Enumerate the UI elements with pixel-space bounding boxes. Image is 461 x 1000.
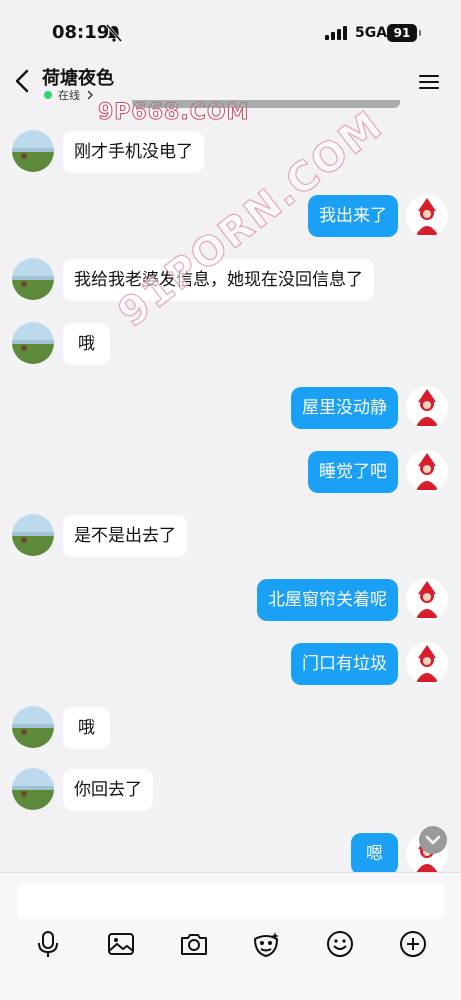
status-time: 08:19 bbox=[52, 22, 110, 43]
presence-status[interactable]: 在线 bbox=[44, 87, 94, 103]
image-icon[interactable] bbox=[106, 929, 136, 959]
network-type: 5GA bbox=[355, 25, 388, 41]
presence-label: 在线 bbox=[58, 89, 80, 102]
red-character-avatar-icon bbox=[406, 386, 448, 428]
online-dot bbox=[44, 91, 52, 99]
user-avatar[interactable] bbox=[406, 195, 448, 237]
landscape-avatar-icon bbox=[12, 514, 54, 556]
landscape-avatar-icon bbox=[12, 768, 54, 810]
chevron-down-icon bbox=[425, 835, 441, 845]
red-character-avatar-icon bbox=[406, 195, 448, 237]
landscape-avatar-icon bbox=[12, 322, 54, 364]
bell-muted-icon bbox=[106, 24, 122, 42]
message-bubble[interactable]: 睡觉了吧 bbox=[308, 451, 398, 493]
message-input[interactable] bbox=[17, 883, 444, 919]
contact-avatar[interactable] bbox=[12, 322, 54, 364]
message-bubble[interactable]: 哦 bbox=[63, 707, 110, 749]
landscape-avatar-icon bbox=[12, 130, 54, 172]
composer-toolbar bbox=[0, 929, 461, 959]
sticker-icon[interactable] bbox=[251, 929, 281, 959]
message-bubble[interactable]: 你回去了 bbox=[63, 769, 153, 811]
message-bubble[interactable]: 屋里没动静 bbox=[291, 387, 398, 429]
landscape-avatar-icon bbox=[12, 258, 54, 300]
camera-icon[interactable] bbox=[179, 929, 209, 959]
user-avatar[interactable] bbox=[406, 450, 448, 492]
plus-icon[interactable] bbox=[398, 929, 428, 959]
signal-icon bbox=[325, 26, 347, 40]
composer bbox=[0, 872, 461, 1000]
red-character-avatar-icon bbox=[406, 450, 448, 492]
chat-header: 荷塘夜色 在线 9P668.COM bbox=[0, 56, 461, 126]
message-bubble[interactable]: 北屋窗帘关着呢 bbox=[257, 579, 398, 621]
contact-avatar[interactable] bbox=[12, 258, 54, 300]
status-bar: 08:19 5GA 91 bbox=[0, 0, 461, 56]
red-character-avatar-icon bbox=[406, 642, 448, 684]
user-avatar[interactable] bbox=[406, 578, 448, 620]
message-bubble[interactable]: 哦 bbox=[63, 323, 110, 365]
contact-avatar[interactable] bbox=[12, 706, 54, 748]
message-bubble[interactable]: 刚才手机没电了 bbox=[63, 131, 204, 173]
emoji-icon[interactable] bbox=[325, 929, 355, 959]
message-bubble[interactable]: 嗯 bbox=[351, 833, 398, 875]
microphone-icon[interactable] bbox=[33, 929, 63, 959]
contact-avatar[interactable] bbox=[12, 768, 54, 810]
chevron-right-icon bbox=[87, 90, 93, 100]
landscape-avatar-icon bbox=[12, 706, 54, 748]
red-character-avatar-icon bbox=[406, 578, 448, 620]
back-arrow-icon[interactable] bbox=[12, 68, 32, 94]
message-bubble[interactable]: 门口有垃圾 bbox=[291, 643, 398, 685]
battery-indicator: 91 bbox=[387, 24, 421, 42]
scroll-to-bottom-button[interactable] bbox=[419, 826, 447, 854]
menu-icon[interactable] bbox=[419, 74, 439, 90]
contact-avatar[interactable] bbox=[12, 514, 54, 556]
message-bubble[interactable]: 我出来了 bbox=[308, 195, 398, 237]
user-avatar[interactable] bbox=[406, 642, 448, 684]
user-avatar[interactable] bbox=[406, 386, 448, 428]
message-bubble[interactable]: 是不是出去了 bbox=[63, 515, 187, 557]
contact-avatar[interactable] bbox=[12, 130, 54, 172]
